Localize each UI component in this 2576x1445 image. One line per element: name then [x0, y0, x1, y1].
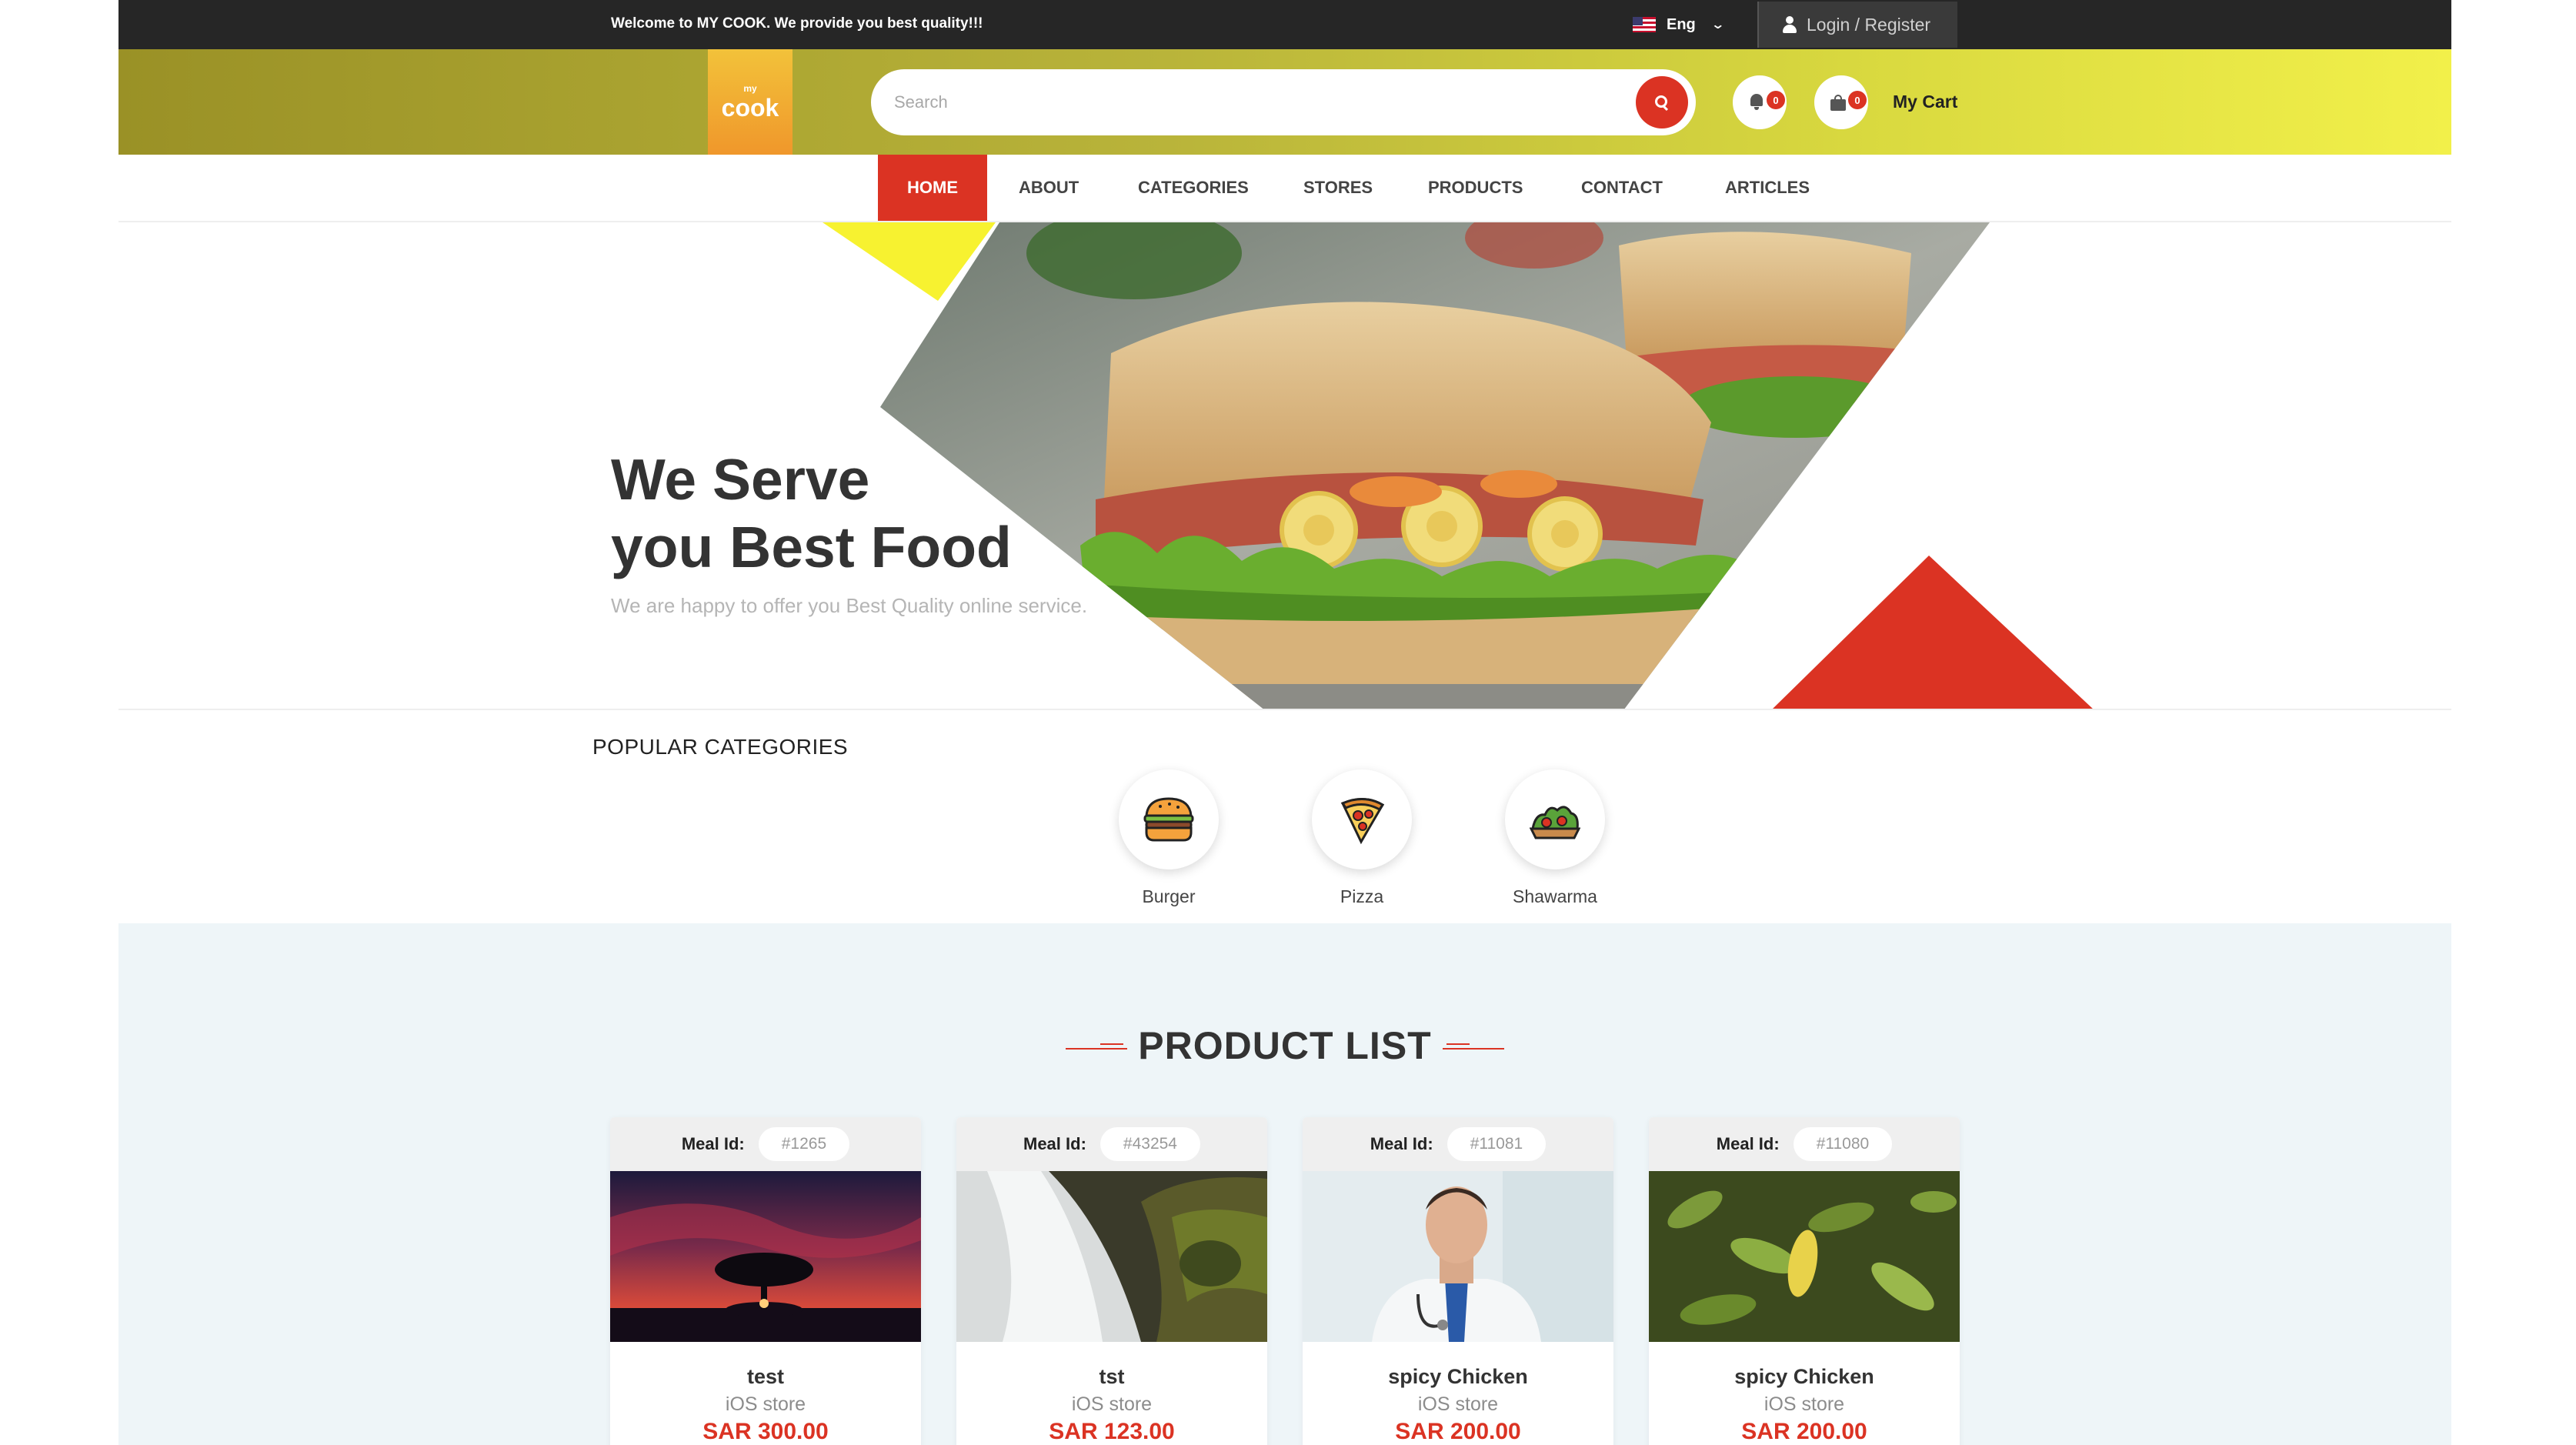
product-name: spicy Chicken [1734, 1365, 1874, 1388]
nav-products[interactable]: PRODUCTS [1428, 155, 1523, 221]
burger-icon [1143, 797, 1194, 842]
nav-about[interactable]: ABOUT [1019, 155, 1079, 221]
category-shawarma[interactable]: Shawarma [1478, 769, 1632, 907]
product-image[interactable] [610, 1171, 921, 1342]
popular-categories-title: POPULAR CATEGORIES [592, 735, 849, 759]
search-bar [871, 69, 1696, 135]
welcome-prefix: Welcome to [611, 15, 697, 32]
logo[interactable]: my cook [708, 49, 792, 155]
red-triangle-decoration [1773, 556, 2093, 709]
meal-id-value: #11080 [1793, 1127, 1893, 1161]
cart-badge: 0 [1848, 91, 1867, 109]
meal-id-value: #43254 [1099, 1127, 1200, 1161]
product-store: iOS store [725, 1393, 806, 1415]
meal-id-label: Meal Id: [1370, 1134, 1433, 1153]
us-flag-icon [1633, 17, 1656, 32]
page: Welcome to MY COOK. We provide you best … [118, 0, 2451, 1445]
product-store: iOS store [1417, 1393, 1499, 1415]
language-selector[interactable]: Eng ⌄ [1633, 9, 1725, 40]
heading-decoration-right [1442, 1043, 1504, 1054]
leaves-photo [1649, 1171, 1960, 1342]
notifications-button[interactable]: 0 [1733, 75, 1787, 129]
category-label: Pizza [1340, 886, 1384, 906]
hero-graphic [823, 222, 2093, 709]
search-button[interactable] [1636, 76, 1688, 128]
category-circle [1312, 769, 1412, 869]
user-icon [1782, 16, 1797, 33]
shawarma-icon [1530, 806, 1580, 839]
my-cart-link[interactable]: My Cart [1893, 92, 1957, 112]
product-card[interactable]: Meal Id: #11081 spicy Chicken iOS store [1303, 1117, 1613, 1445]
meal-id-label: Meal Id: [681, 1134, 745, 1153]
hero-subtitle: We are happy to offer you Best Quality o… [611, 594, 1088, 617]
card-header: Meal Id: #11080 [1649, 1117, 1960, 1171]
login-register-label: Login / Register [1807, 14, 1931, 35]
nav-stores[interactable]: STORES [1303, 155, 1373, 221]
hero-title: We Serve you Best Food [611, 446, 1150, 581]
nav-contact[interactable]: CONTACT [1581, 155, 1663, 221]
sunset-tree-photo [610, 1171, 921, 1342]
nav-articles[interactable]: ARTICLES [1725, 155, 1810, 221]
chevron-down-icon: ⌄ [1710, 18, 1725, 32]
category-pizza[interactable]: Pizza [1285, 769, 1439, 907]
product-store: iOS store [1071, 1393, 1153, 1415]
product-card[interactable]: Meal Id: #43254 tst iOS store SAR 123.00 [956, 1117, 1267, 1445]
category-label: Shawarma [1513, 886, 1597, 906]
product-price: SAR 200.00 [1741, 1419, 1867, 1444]
category-label: Burger [1142, 886, 1196, 906]
language-label: Eng [1667, 15, 1696, 33]
doctor-photo [1303, 1171, 1613, 1342]
welcome-text: Welcome to MY COOK. We provide you best … [611, 15, 983, 32]
welcome-brand: MY COOK [696, 15, 766, 32]
waterfall-photo [956, 1171, 1267, 1342]
product-price: SAR 200.00 [1395, 1419, 1521, 1444]
nav-categories[interactable]: CATEGORIES [1138, 155, 1249, 221]
bell-icon [1749, 94, 1764, 111]
product-list-title: PRODUCT LIST [1138, 1024, 1432, 1067]
product-card[interactable]: Meal Id: #1265 test iOS store SAR 300.00 [610, 1117, 921, 1445]
product-name: tst [1099, 1365, 1125, 1388]
hero-title-line2: you Best Food [611, 515, 1012, 579]
card-header: Meal Id: #43254 [956, 1117, 1267, 1171]
product-price: SAR 300.00 [702, 1419, 829, 1444]
category-burger[interactable]: Burger [1092, 769, 1246, 907]
product-price: SAR 123.00 [1049, 1419, 1175, 1444]
card-header: Meal Id: #1265 [610, 1117, 921, 1171]
product-image[interactable] [1649, 1171, 1960, 1342]
meal-id-label: Meal Id: [1023, 1134, 1086, 1153]
login-register-button[interactable]: Login / Register [1757, 2, 1957, 48]
product-image[interactable] [1303, 1171, 1613, 1342]
product-name: test [746, 1365, 784, 1388]
notifications-badge: 0 [1767, 91, 1785, 109]
logo-big-text: cook [721, 93, 779, 122]
product-image[interactable] [956, 1171, 1267, 1342]
meal-id-label: Meal Id: [1716, 1134, 1780, 1153]
product-list-heading: PRODUCT LIST [118, 1023, 2451, 1068]
hero-banner: We Serve you Best Food We are happy to o… [118, 222, 2451, 710]
main-header: my cook 0 0 My Cart [118, 49, 2451, 155]
logo-small-text: my [743, 82, 757, 94]
heading-decoration-left [1066, 1043, 1128, 1054]
product-card[interactable]: Meal Id: #11080 spicy Chicken iOS store … [1649, 1117, 1960, 1445]
product-name: spicy Chicken [1388, 1365, 1528, 1388]
search-icon [1654, 95, 1670, 110]
meal-id-value: #1265 [758, 1127, 850, 1161]
category-circle [1119, 769, 1219, 869]
nav-home[interactable]: HOME [878, 155, 987, 221]
meal-id-value: #11081 [1446, 1127, 1547, 1161]
card-header: Meal Id: #11081 [1303, 1117, 1613, 1171]
shopping-bag-icon [1830, 95, 1846, 111]
pizza-icon [1340, 798, 1385, 845]
product-list-section: PRODUCT LIST Meal Id: #1265 test iOS sto… [118, 923, 2451, 1445]
hero-title-line1: We Serve [611, 447, 870, 512]
welcome-suffix: . We provide you best quality!!! [766, 15, 983, 32]
top-bar: Welcome to MY COOK. We provide you best … [118, 0, 2451, 49]
search-input[interactable] [894, 85, 1602, 120]
category-circle [1505, 769, 1605, 869]
product-store: iOS store [1763, 1393, 1845, 1415]
main-nav: HOME ABOUT CATEGORIES STORES PRODUCTS CO… [118, 155, 2451, 222]
cart-button[interactable]: 0 [1814, 75, 1868, 129]
